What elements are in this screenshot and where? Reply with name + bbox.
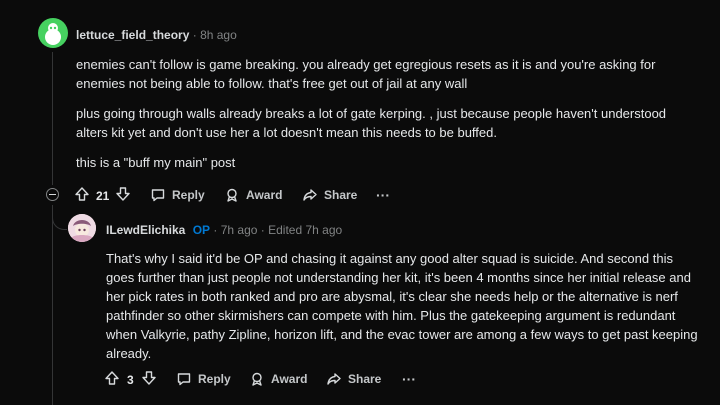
more-button[interactable]: ··· (376, 187, 390, 203)
username[interactable]: ILewdElichika (106, 223, 185, 237)
vote-count: 3 (127, 373, 134, 387)
timestamp[interactable]: 7h ago (221, 223, 258, 237)
thread-line (52, 52, 53, 185)
comment-body: That's why I said it'd be OP and chasing… (106, 249, 700, 363)
upvote-button[interactable] (104, 370, 120, 386)
award-label: Award (246, 188, 283, 202)
comment-paragraph: enemies can't follow is game breaking. y… (76, 57, 656, 91)
reply-icon (177, 373, 191, 386)
share-button[interactable]: Share (302, 187, 357, 203)
vote-count: 21 (96, 189, 110, 203)
username[interactable]: lettuce_field_theory (76, 28, 189, 42)
downvote-icon (142, 371, 156, 385)
downvote-icon (116, 187, 130, 201)
comment-paragraph: this is a "buff my main" post (76, 155, 236, 170)
collapse-icon[interactable] (46, 188, 59, 201)
upvote-button[interactable] (74, 186, 90, 202)
share-icon (327, 373, 341, 385)
timestamp[interactable]: 8h ago (200, 28, 237, 42)
more-icon: ··· (402, 371, 416, 387)
reply-branch-line (52, 205, 67, 230)
comment-meta: lettuce_field_theory · 8h ago (76, 28, 237, 42)
share-icon (303, 189, 317, 201)
reply-label: Reply (172, 188, 205, 202)
reply-label: Reply (198, 372, 231, 386)
award-button[interactable]: Award (224, 187, 282, 203)
reply-icon (151, 189, 165, 202)
comment-body: enemies can't follow is game breaking. y… (76, 55, 686, 172)
thread-line (52, 205, 53, 405)
more-button[interactable]: ··· (402, 371, 416, 387)
avatar[interactable] (38, 18, 68, 48)
reply-button[interactable]: Reply (150, 187, 205, 203)
share-button[interactable]: Share (326, 371, 381, 387)
award-icon (252, 372, 262, 386)
comment-meta: ILewdElichika OP · 7h ago · Edited 7h ag… (106, 223, 343, 237)
comment-paragraph: That's why I said it'd be OP and chasing… (106, 251, 698, 361)
share-label: Share (348, 372, 382, 386)
more-icon: ··· (376, 187, 390, 203)
comment-paragraph: plus going through walls already breaks … (76, 106, 667, 140)
share-label: Share (324, 188, 358, 202)
upvote-icon (75, 187, 89, 201)
downvote-button[interactable] (115, 186, 131, 202)
avatar[interactable] (68, 214, 96, 242)
upvote-icon (105, 371, 119, 385)
award-icon (227, 188, 237, 202)
reply-button[interactable]: Reply (176, 371, 231, 387)
edited-label: Edited 7h ago (268, 223, 343, 237)
award-button[interactable]: Award (249, 371, 307, 387)
downvote-button[interactable] (141, 370, 157, 386)
award-label: Award (271, 372, 308, 386)
op-badge: OP (192, 223, 211, 237)
